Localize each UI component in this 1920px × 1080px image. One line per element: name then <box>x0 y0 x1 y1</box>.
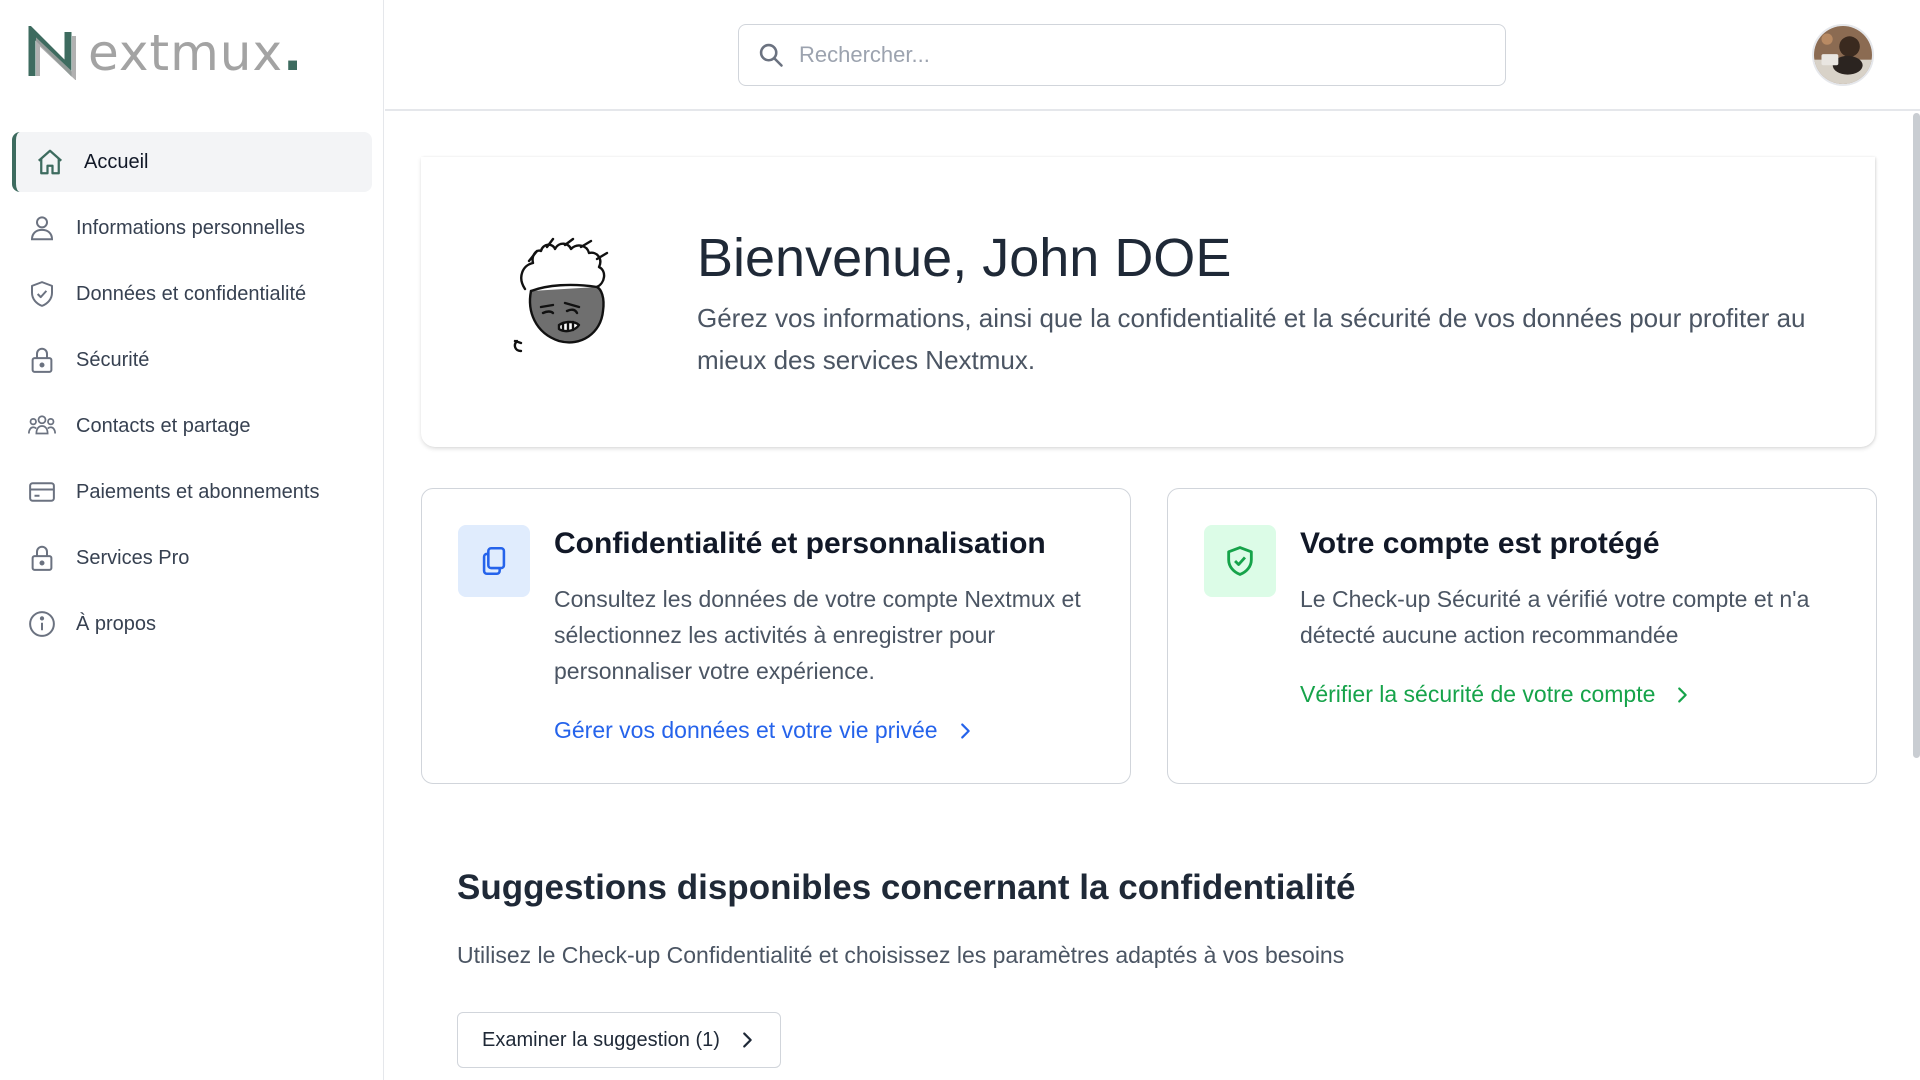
chevron-right-icon <box>1678 686 1688 703</box>
sidebar-item-label: Paiements et abonnements <box>76 480 320 503</box>
review-suggestion-label: Examiner la suggestion (1) <box>482 1028 720 1051</box>
privacy-card: Confidentialité et personnalisation Cons… <box>421 488 1131 784</box>
security-card: Votre compte est protégé Le Check-up Séc… <box>1167 488 1877 784</box>
sidebar-item-securite[interactable]: Sécurité <box>12 330 372 390</box>
user-icon <box>26 212 58 244</box>
chevron-right-icon <box>960 722 970 739</box>
suggestions-subtitle: Utilisez le Check-up Confidentialité et … <box>457 942 1345 968</box>
copy-icon-badge <box>458 525 530 597</box>
sidebar-nav: Accueil Informations personnelles Donnée… <box>12 132 372 660</box>
copy-icon <box>482 546 506 576</box>
search-box[interactable] <box>738 24 1506 86</box>
sidebar-item-paiements-abonnements[interactable]: Paiements et abonnements <box>12 462 372 522</box>
sidebar-item-contacts-partage[interactable]: Contacts et partage <box>12 396 372 456</box>
lock-icon <box>26 542 58 574</box>
sidebar-item-donnees-confidentialite[interactable]: Données et confidentialité <box>12 264 372 324</box>
sidebar-item-label: Informations personnelles <box>76 216 306 239</box>
avatar[interactable] <box>1812 24 1874 86</box>
search-icon <box>759 43 783 67</box>
sidebar-item-label: Accueil <box>84 150 149 173</box>
scrollbar[interactable] <box>1912 113 1920 1080</box>
shield-check-icon <box>26 278 58 310</box>
sidebar-item-accueil[interactable]: Accueil <box>12 132 372 192</box>
shield-icon-badge <box>1204 525 1276 597</box>
privacy-card-title: Confidentialité et personnalisation <box>554 527 1046 560</box>
sidebar-item-label: Sécurité <box>76 348 150 371</box>
credit-card-icon <box>26 476 58 508</box>
manage-data-link[interactable]: Gérer vos données et votre vie privée <box>554 717 976 744</box>
welcome-title: Bienvenue, John DOE <box>697 228 1232 288</box>
sidebar: extmux. Accueil Informations personnelle… <box>0 0 384 1080</box>
chevron-right-icon <box>743 1032 752 1048</box>
top-bar <box>385 0 1920 111</box>
review-suggestion-button[interactable]: Examiner la suggestion (1) <box>457 1012 781 1068</box>
manage-data-link-label: Gérer vos données et votre vie privée <box>554 717 938 743</box>
security-card-title: Votre compte est protégé <box>1300 527 1660 560</box>
brand-logo[interactable]: extmux. <box>28 20 303 80</box>
search-input[interactable] <box>799 42 1479 68</box>
user-illustration <box>507 237 637 367</box>
sidebar-item-label: Services Pro <box>76 546 190 569</box>
welcome-banner: Bienvenue, John DOE Gérez vos informatio… <box>421 157 1875 447</box>
scrollbar-thumb[interactable] <box>1913 113 1920 758</box>
sidebar-item-informations-personnelles[interactable]: Informations personnelles <box>12 198 372 258</box>
suggestions-title: Suggestions disponibles concernant la co… <box>457 868 1356 907</box>
lock-icon <box>26 344 58 376</box>
nextmux-logo-icon <box>28 26 76 80</box>
privacy-card-description: Consultez les données de votre compte Ne… <box>554 586 1081 684</box>
brand-name: extmux. <box>88 24 304 82</box>
users-icon <box>26 410 58 442</box>
check-security-link[interactable]: Vérifier la sécurité de votre compte <box>1300 681 1693 708</box>
home-icon <box>34 146 66 178</box>
sidebar-item-label: Contacts et partage <box>76 414 251 437</box>
sidebar-item-label: À propos <box>76 612 157 635</box>
info-icon <box>26 608 58 640</box>
sidebar-item-services-pro[interactable]: Services Pro <box>12 528 372 588</box>
sidebar-item-a-propos[interactable]: À propos <box>12 594 372 654</box>
shield-check-icon <box>1227 546 1253 576</box>
sidebar-item-label: Données et confidentialité <box>76 282 307 305</box>
main-content: Bienvenue, John DOE Gérez vos informatio… <box>385 113 1920 1080</box>
welcome-subtitle: Gérez vos informations, ainsi que la con… <box>697 303 1806 375</box>
security-card-description: Le Check-up Sécurité a vérifié votre com… <box>1300 586 1810 648</box>
check-security-link-label: Vérifier la sécurité de votre compte <box>1300 681 1656 707</box>
